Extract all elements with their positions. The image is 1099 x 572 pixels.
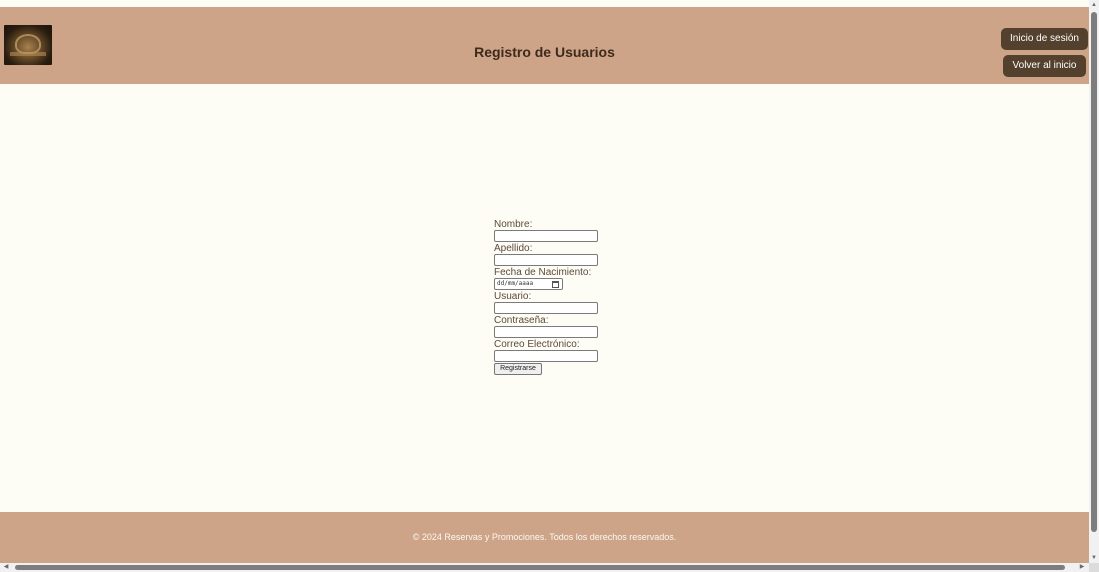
scroll-up-arrow-icon[interactable]: ▲ [1091,2,1097,8]
fecha-nacimiento-label: Fecha de Nacimiento: [494,267,592,278]
scrollbar-corner [1089,563,1099,572]
correo-label: Correo Electrónico: [494,339,580,350]
contrasena-input[interactable] [494,326,598,338]
login-button[interactable]: Inicio de sesión [1001,28,1088,50]
usuario-input[interactable] [494,302,598,314]
horizontal-scrollbar[interactable]: ◀ ▶ [0,563,1089,572]
site-footer: © 2024 Reservas y Promociones. Todos los… [0,512,1089,563]
fecha-nacimiento-input[interactable]: dd/mm/aaaa [494,278,563,290]
horizontal-scroll-thumb[interactable] [15,565,1065,570]
registration-form: Nombre: Apellido: Fecha de Nacimiento: d… [494,219,614,375]
site-header: Registro de Usuarios Inicio de sesión Vo… [0,7,1089,84]
registrarse-button[interactable]: Registrarse [494,363,542,375]
correo-input[interactable] [494,350,598,362]
back-home-button[interactable]: Volver al inicio [1003,55,1086,77]
scroll-right-arrow-icon[interactable]: ▶ [1079,564,1085,570]
nombre-input[interactable] [494,230,598,242]
footer-copyright: © 2024 Reservas y Promociones. Todos los… [412,532,677,542]
scroll-left-arrow-icon[interactable]: ◀ [3,564,9,570]
contrasena-label: Contraseña: [494,315,549,326]
page-viewport: Registro de Usuarios Inicio de sesión Vo… [0,0,1089,563]
date-placeholder: dd/mm/aaaa [497,280,534,287]
vertical-scroll-thumb[interactable] [1091,12,1097,532]
calendar-icon[interactable] [552,281,559,288]
page-title: Registro de Usuarios [474,44,615,60]
nombre-label: Nombre: [494,219,533,230]
scroll-down-arrow-icon[interactable]: ▼ [1091,555,1097,561]
vertical-scrollbar[interactable]: ▲ ▼ [1089,0,1099,563]
usuario-label: Usuario: [494,291,532,302]
apellido-label: Apellido: [494,243,533,254]
apellido-input[interactable] [494,254,598,266]
